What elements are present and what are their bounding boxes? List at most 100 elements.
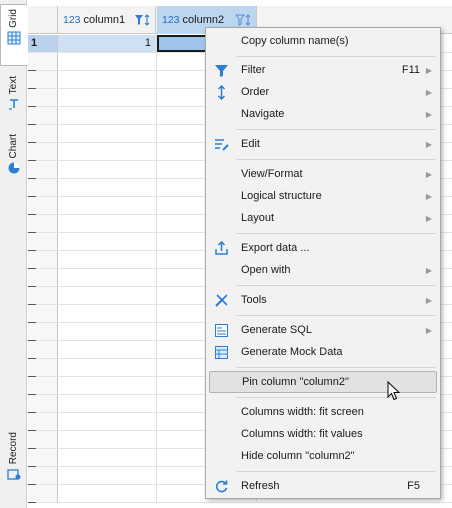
tab-chart[interactable]: Chart [0, 134, 27, 184]
empty-grid-cell [28, 485, 58, 502]
menu-item-shortcut: F11 [401, 64, 420, 76]
menu-separator [236, 233, 436, 234]
menu-item-label: Filter [241, 64, 266, 76]
empty-grid-cell [28, 161, 58, 178]
empty-grid-cell [28, 197, 58, 214]
empty-grid-cell [58, 449, 157, 466]
menu-item-label: Export data ... [241, 242, 310, 254]
submenu-arrow-icon: ▶ [425, 191, 432, 201]
menu-item-logical-structure[interactable]: Logical structure ▶ [206, 185, 440, 207]
empty-grid-cell [58, 89, 157, 106]
row-number[interactable]: 1 [28, 35, 58, 52]
menu-item-refresh[interactable]: Refresh F5 [206, 475, 440, 497]
menu-item-generate-mock-data[interactable]: Generate Mock Data [206, 341, 440, 363]
menu-item-open-with[interactable]: Open with ▶ [206, 259, 440, 281]
empty-grid-cell [58, 251, 157, 268]
tab-record-label: Record [7, 432, 19, 465]
menu-separator [236, 471, 436, 472]
submenu-arrow-icon: ▶ [425, 87, 432, 97]
column2-name: column2 [182, 14, 225, 26]
menu-item-columns-width-fit-values[interactable]: Columns width: fit values [206, 423, 440, 445]
column-header-column1[interactable]: 123 column1 [58, 6, 156, 34]
menu-separator [236, 285, 436, 286]
mouse-cursor-icon [387, 381, 401, 401]
empty-grid-cell [58, 161, 157, 178]
tab-grid-label: Grid [8, 9, 19, 28]
sort-icon [217, 85, 226, 100]
tools-icon [215, 294, 228, 307]
menu-item-label: Edit [241, 138, 260, 150]
empty-grid-cell [28, 179, 58, 196]
menu-item-columns-width-fit-screen[interactable]: Columns width: fit screen [206, 401, 440, 423]
empty-grid-cell [58, 197, 157, 214]
filter-icon [215, 65, 228, 77]
menu-item-label: Refresh [241, 480, 280, 492]
menu-item-copy-column-names[interactable]: Copy column name(s) [206, 30, 440, 52]
tab-grid[interactable]: Grid [0, 4, 27, 66]
menu-item-label: Open with [241, 264, 291, 276]
menu-item-label: Generate Mock Data [241, 346, 343, 358]
menu-item-label: Layout [241, 212, 275, 224]
menu-item-edit[interactable]: Edit ▶ [206, 133, 440, 155]
refresh-icon [215, 480, 228, 493]
menu-item-label: Pin column "column2" [242, 376, 349, 388]
empty-grid-cell [28, 53, 58, 70]
empty-grid-cell [58, 413, 157, 430]
empty-grid-cell [58, 215, 157, 232]
menu-item-filter[interactable]: Filter F11 ▶ [206, 59, 440, 81]
menu-separator [236, 159, 436, 160]
menu-item-label: Columns width: fit screen [241, 406, 364, 418]
empty-grid-cell [28, 467, 58, 484]
submenu-arrow-icon: ▶ [425, 169, 432, 179]
menu-item-export-data[interactable]: Export data ... [206, 237, 440, 259]
empty-grid-cell [58, 341, 157, 358]
menu-item-hide-column[interactable]: Hide column "column2" [206, 445, 440, 467]
menu-item-label: View/Format [241, 168, 303, 180]
menu-separator [236, 56, 436, 57]
empty-grid-cell [28, 125, 58, 142]
presentation-tab-strip: Grid Text Chart Record [0, 0, 27, 508]
menu-item-view-format[interactable]: View/Format ▶ [206, 163, 440, 185]
submenu-arrow-icon: ▶ [425, 109, 432, 119]
record-icon [6, 469, 20, 480]
empty-grid-cell [58, 467, 157, 484]
submenu-arrow-icon: ▶ [425, 213, 432, 223]
column2-filter-sort-icon[interactable] [235, 13, 253, 27]
row-number-header[interactable] [28, 6, 58, 34]
menu-item-label: Generate SQL [241, 324, 312, 336]
menu-item-pin-column[interactable]: Pin column "column2" [209, 371, 437, 393]
empty-grid-cell [28, 251, 58, 268]
cell-column1[interactable]: 1 [58, 35, 157, 52]
empty-grid-cell [28, 395, 58, 412]
empty-grid-cell [58, 179, 157, 196]
empty-grid-cell [58, 323, 157, 340]
menu-separator [236, 315, 436, 316]
row-tick [28, 502, 36, 503]
grid-icon [7, 31, 21, 45]
menu-item-tools[interactable]: Tools ▶ [206, 289, 440, 311]
tab-chart-label: Chart [7, 134, 19, 159]
menu-separator [236, 367, 436, 368]
column-context-menu: Copy column name(s) Filter F11 ▶ Order ▶… [205, 27, 441, 499]
empty-grid-cell [28, 377, 58, 394]
empty-grid-cell [28, 323, 58, 340]
menu-item-label: Hide column "column2" [241, 450, 355, 462]
tab-text-label: Text [7, 76, 19, 95]
tab-text[interactable]: Text [0, 76, 27, 124]
empty-grid-cell [28, 305, 58, 322]
empty-grid-cell [28, 431, 58, 448]
empty-grid-cell [58, 233, 157, 250]
empty-grid-cell [58, 107, 157, 124]
column1-name: column1 [83, 14, 126, 26]
tab-record[interactable]: Record [0, 432, 27, 498]
empty-grid-cell [28, 143, 58, 160]
menu-item-generate-sql[interactable]: Generate SQL ▶ [206, 319, 440, 341]
edit-icon [215, 139, 229, 151]
menu-item-layout[interactable]: Layout ▶ [206, 207, 440, 229]
column1-filter-sort-icon[interactable] [134, 13, 152, 27]
submenu-arrow-icon: ▶ [425, 65, 432, 75]
column1-type-tag: 123 [63, 14, 81, 26]
empty-grid-cell [58, 143, 157, 160]
menu-item-order[interactable]: Order ▶ [206, 81, 440, 103]
menu-item-navigate[interactable]: Navigate ▶ [206, 103, 440, 125]
